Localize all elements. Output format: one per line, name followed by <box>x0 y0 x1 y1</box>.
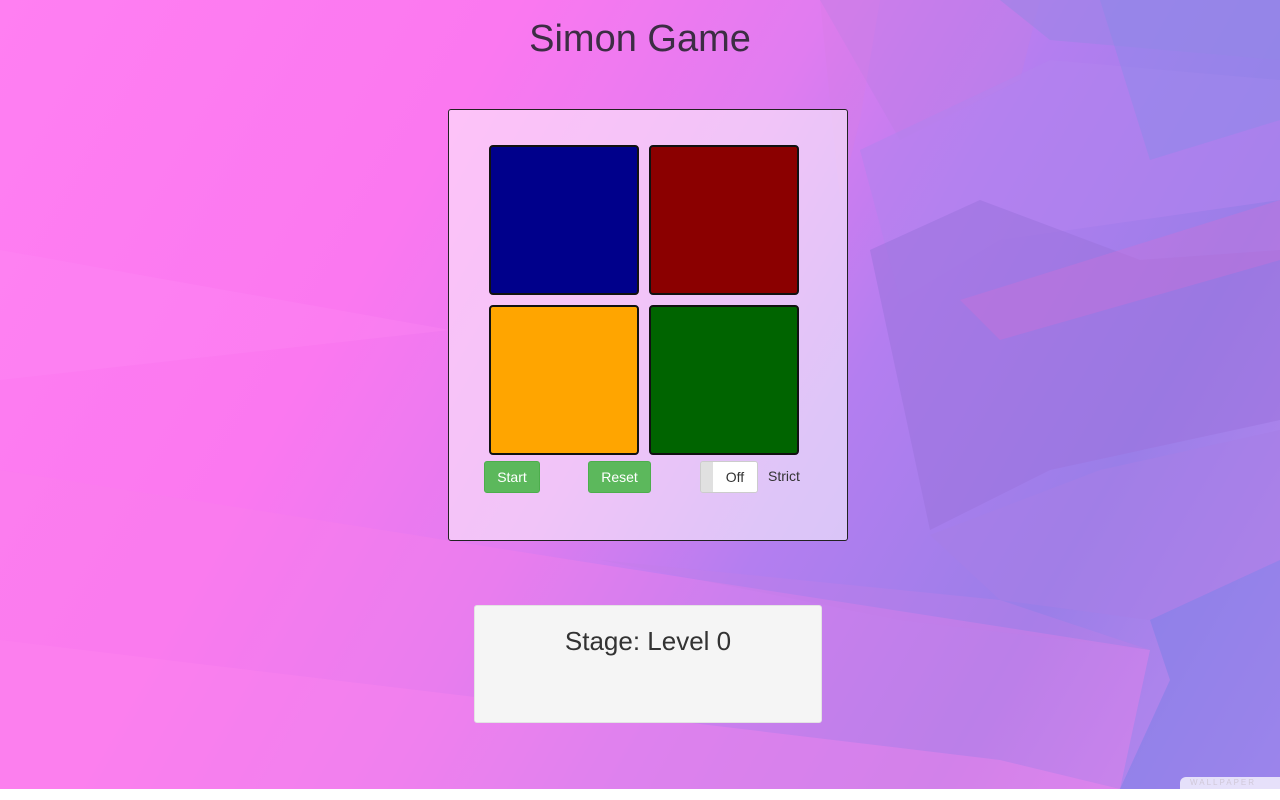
game-board: Start Reset Off Strict <box>448 109 848 541</box>
yellow-pad[interactable] <box>489 305 639 455</box>
start-button[interactable]: Start <box>484 461 540 493</box>
strict-label: Strict <box>768 468 800 484</box>
blue-pad[interactable] <box>489 145 639 295</box>
stage-panel: Stage: Level 0 <box>474 605 822 723</box>
red-pad[interactable] <box>649 145 799 295</box>
reset-button[interactable]: Reset <box>588 461 651 493</box>
toggle-state-label: Off <box>713 462 757 492</box>
strict-toggle[interactable]: Off <box>700 461 758 493</box>
wallpaper-watermark: WALLPAPER <box>1180 777 1280 789</box>
page-title: Simon Game <box>529 18 751 60</box>
stage-level-text: Stage: Level 0 <box>564 626 732 656</box>
green-pad[interactable] <box>649 305 799 455</box>
